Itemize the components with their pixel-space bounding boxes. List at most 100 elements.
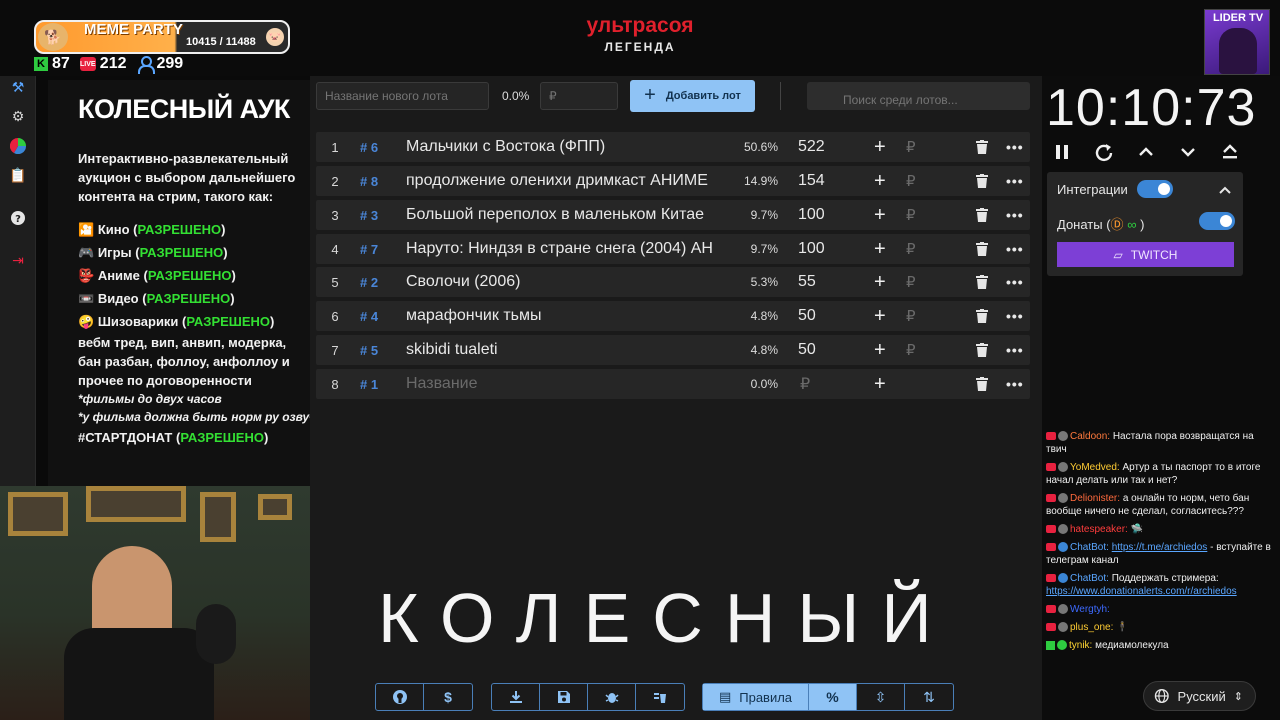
add-amount-icon[interactable]: + [874,271,886,294]
chat-username[interactable]: ChatBot: [1070,542,1109,553]
trash-icon[interactable] [976,140,988,154]
percent-toggle[interactable]: % [809,684,857,710]
chevron-up-icon[interactable] [1134,140,1158,164]
currency-input[interactable]: ₽ [906,273,916,291]
wheel-chart-icon[interactable] [9,137,27,155]
trash-icon[interactable] [976,343,988,357]
microphone [196,604,236,664]
currency-input[interactable]: ₽ [906,138,916,156]
trash-icon[interactable] [976,309,988,323]
lot-name[interactable]: Наруто: Ниндзя в стране снега (2004) АН [406,240,732,258]
bug-icon[interactable] [588,684,636,710]
chat-username[interactable]: ChatBot: [1070,573,1109,584]
lot-name-placeholder[interactable]: Название [406,375,732,393]
trash-icon[interactable] [976,208,988,222]
chat-username[interactable]: Delionister: [1070,493,1120,504]
trash-icon[interactable] [976,275,988,289]
more-options-icon[interactable]: ••• [1006,274,1024,290]
lot-amount[interactable]: 50 [798,341,816,359]
add-amount-icon[interactable]: + [874,373,886,396]
more-options-icon[interactable]: ••• [1006,342,1024,358]
rules-button[interactable]: ▤ Правила [703,684,809,710]
info-extra: вебм тред, вип, анвип, модерка, бан разб… [78,335,290,388]
lot-amount[interactable]: 100 [798,206,825,224]
chat-link[interactable]: https://www.donationalerts.com/r/archied… [1046,586,1237,597]
twitch-button[interactable]: ▱ TWITCH [1057,242,1234,267]
add-lot-button[interactable]: + Добавить лот [630,80,755,112]
lot-percent: 50.6% [743,140,778,154]
chevron-up-icon[interactable] [1219,181,1231,199]
chat-emote: 🛸 [1130,524,1144,535]
trash-icon[interactable] [976,174,988,188]
more-options-icon[interactable]: ••• [1006,139,1024,155]
auction-hammer-icon[interactable]: ⚒ [9,78,27,96]
settings-gear-icon[interactable]: ⚙ [9,107,27,125]
save-icon[interactable] [540,684,588,710]
chevron-down-icon[interactable] [1176,140,1200,164]
logout-icon[interactable]: ⇥ [9,251,27,269]
donations-toggle[interactable] [1199,212,1235,230]
add-amount-icon[interactable]: + [874,136,886,159]
download-icon[interactable] [492,684,540,710]
lot-name[interactable]: Большой переполох в маленьком Китае [406,206,732,224]
more-options-icon[interactable]: ••• [1006,241,1024,257]
more-options-icon[interactable]: ••• [1006,308,1024,324]
lot-name[interactable]: продолжение оленихи дримкаст АНИМЕ [406,172,732,190]
chat-username[interactable]: YoMedved: [1070,462,1120,473]
chat-username[interactable]: tynik: [1069,640,1092,651]
clipboard-icon[interactable]: 📋 [9,166,27,184]
clear-list-icon[interactable] [636,684,684,710]
chat-username[interactable]: Caldoon: [1070,431,1110,442]
lot-name[interactable]: Сволочи (2006) [406,273,732,291]
new-lot-amount-input[interactable] [540,82,618,110]
add-amount-icon[interactable]: + [874,305,886,328]
more-options-icon[interactable]: ••• [1006,207,1024,223]
more-options-icon[interactable]: ••• [1006,376,1024,392]
lot-amount-placeholder[interactable]: ₽ [800,374,810,394]
lot-row: 3 # 3 Большой переполох в маленьком Кита… [316,200,1030,230]
trash-icon[interactable] [976,377,988,391]
lot-name[interactable]: skibidi tualeti [406,341,732,359]
lot-name[interactable]: Мальчики с Востока (ФПП) [406,138,732,156]
toolbar-divider [780,82,781,110]
dollar-icon[interactable]: $ [424,684,472,710]
chat-username[interactable]: Wergtyh: [1070,604,1110,615]
trash-icon[interactable] [976,242,988,256]
add-amount-icon[interactable]: + [874,238,886,261]
language-select[interactable]: Русский ⇕ [1143,681,1256,711]
lot-amount[interactable]: 100 [798,240,825,258]
github-icon[interactable] [376,684,424,710]
add-amount-icon[interactable]: + [874,170,886,193]
donations-label: Донаты (Ⓓ ∞ ) [1057,217,1145,232]
auction-timer: 10:10:73 [1046,79,1257,137]
currency-input[interactable]: ₽ [906,341,916,359]
collapse-icon[interactable]: ⇳ [857,684,905,710]
chat-username[interactable]: plus_one: [1070,622,1113,633]
chat-username[interactable]: hatespeaker: [1070,524,1128,535]
viewer-stats: K 87 LIVE 212 299 [34,55,183,74]
lot-id: # 7 [360,241,379,257]
info-description: Интерактивно-развлекательный аукцион с в… [78,151,296,204]
viewers-stat: 299 [137,55,183,74]
add-amount-icon[interactable]: + [874,339,886,362]
help-icon[interactable]: ? [9,209,27,227]
lot-amount[interactable]: 522 [798,138,825,156]
currency-input[interactable]: ₽ [906,307,916,325]
lot-name[interactable]: марафончик тьмы [406,307,732,325]
sort-icon[interactable]: ⇅ [905,684,953,710]
pause-icon[interactable] [1050,140,1074,164]
lot-amount[interactable]: 50 [798,307,816,325]
collapse-up-icon[interactable] [1218,140,1242,164]
add-amount-icon[interactable]: + [874,204,886,227]
search-input[interactable] [807,82,1030,110]
integrations-toggle[interactable] [1137,180,1173,198]
more-options-icon[interactable]: ••• [1006,173,1024,189]
lot-amount[interactable]: 55 [798,273,816,291]
currency-input[interactable]: ₽ [906,206,916,224]
currency-input[interactable]: ₽ [906,240,916,258]
reset-icon[interactable] [1092,140,1116,164]
new-lot-input[interactable] [316,82,489,110]
chat-link[interactable]: https://t.me/archiedos [1112,542,1208,553]
currency-input[interactable]: ₽ [906,172,916,190]
lot-amount[interactable]: 154 [798,172,825,190]
